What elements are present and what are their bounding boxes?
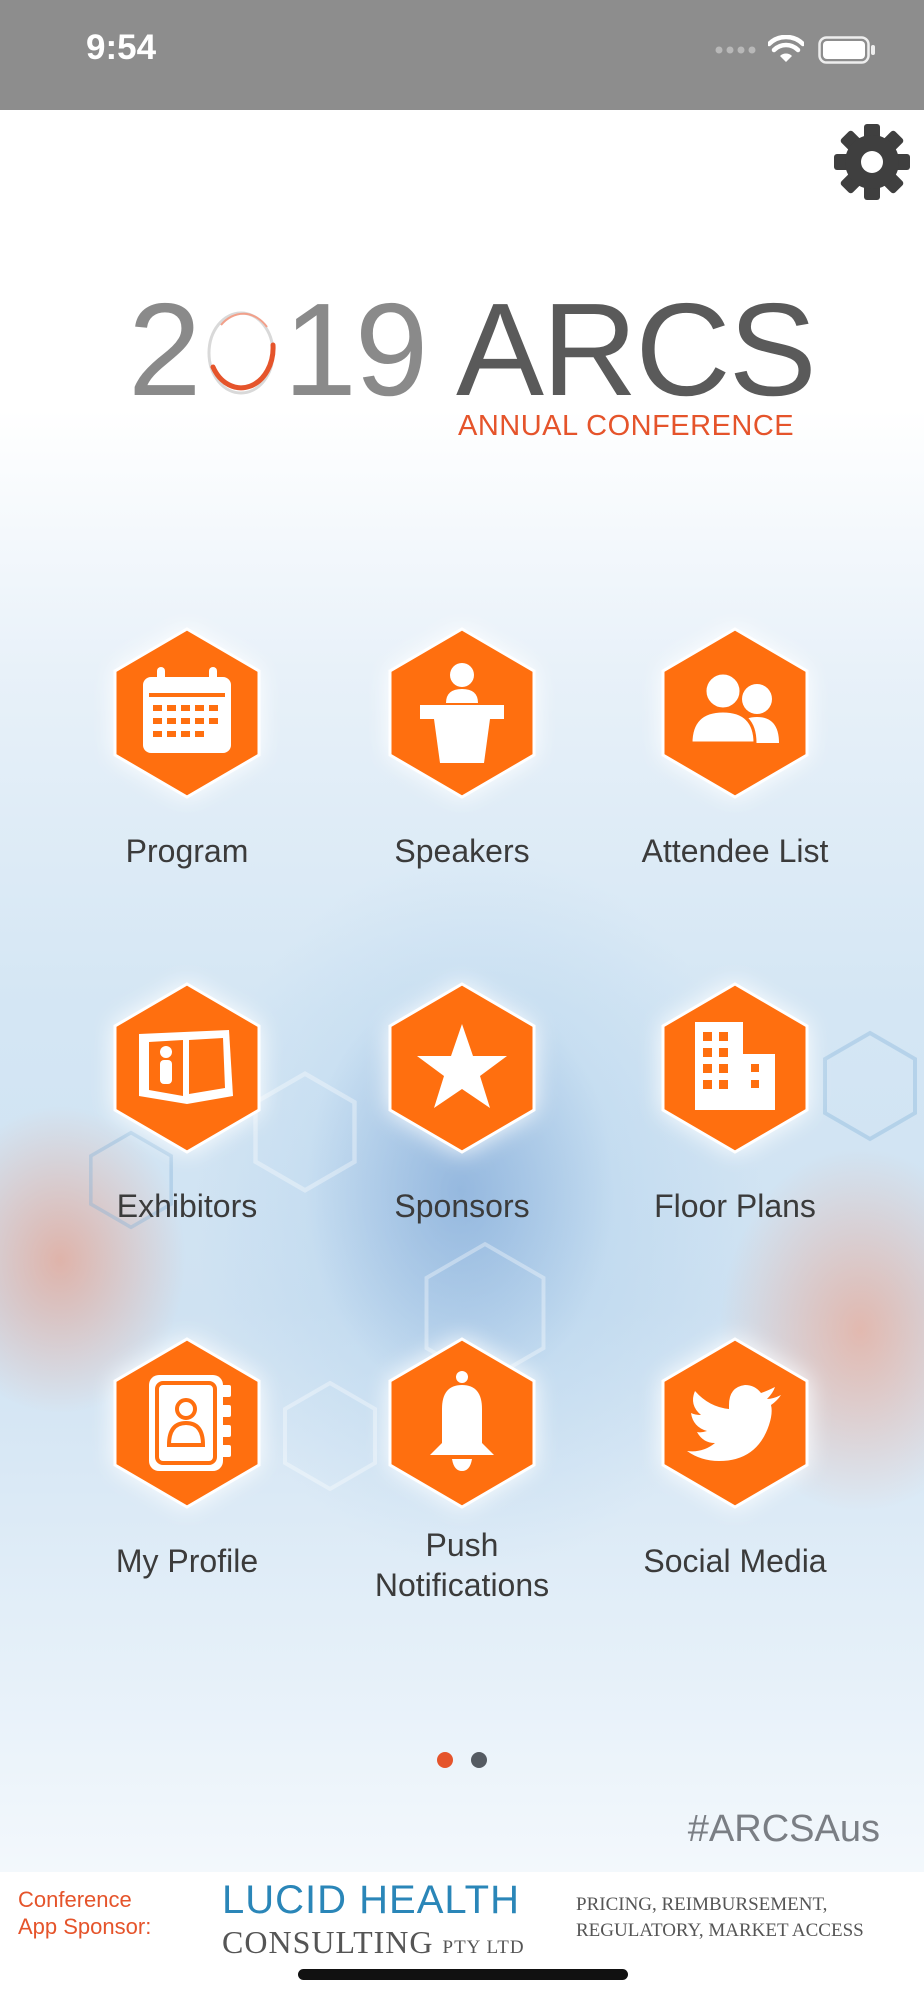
sponsor-tagline-line2: REGULATORY, MARKET ACCESS: [576, 1920, 864, 1941]
bell-icon: [388, 1337, 536, 1509]
star-icon: [388, 982, 536, 1154]
sponsor-banner[interactable]: Conference App Sponsor: LUCID HEALTH CON…: [0, 1872, 924, 2000]
tile-label: Exhibitors: [116, 1188, 258, 1224]
status-icons: [714, 32, 876, 68]
sponsor-name-consulting: CONSULTING: [222, 1924, 434, 1960]
conference-logo: 2 19 ARCS ANNUAL CONFERENCE: [128, 276, 817, 450]
tile-label: Speakers: [394, 833, 530, 869]
home-indicator[interactable]: [298, 1969, 628, 1980]
hashtag: #ARCSAus: [687, 1808, 880, 1850]
status-bar: 9:54: [0, 0, 924, 110]
booth-icon: [113, 982, 261, 1154]
logo-year-suffix: 19: [283, 276, 428, 423]
wifi-icon: [768, 35, 804, 62]
signal-icon: [715, 46, 756, 54]
logo-ring-icon: [207, 311, 276, 395]
page-indicator[interactable]: [0, 1752, 924, 1768]
tile-attendee-list[interactable]: Attendee List: [605, 625, 865, 871]
battery-icon: [818, 36, 875, 64]
sponsor-tagline-line1: PRICING, REIMBURSEMENT,: [576, 1894, 828, 1915]
podium-icon: [388, 627, 536, 799]
tile-label: My Profile: [115, 1543, 259, 1579]
tile-push-notifications[interactable]: Push Notifications: [332, 1335, 592, 1605]
logo-name: ARCS: [456, 276, 817, 423]
tile-speakers[interactable]: Speakers: [332, 625, 592, 871]
contact-book-icon: [113, 1337, 261, 1509]
calendar-icon: [113, 627, 261, 799]
people-icon: [661, 627, 809, 799]
tile-label: Floor Plans: [654, 1188, 816, 1224]
tile-my-profile[interactable]: My Profile: [57, 1335, 317, 1581]
sponsor-tagline: PRICING, REIMBURSEMENT, REGULATORY, MARK…: [576, 1892, 906, 1944]
twitter-bird-icon: [661, 1337, 809, 1509]
tile-label: Attendee List: [641, 833, 829, 869]
tile-sponsors[interactable]: Sponsors: [332, 980, 592, 1226]
home-screen: 2 19 ARCS ANNUAL CONFERENCE Program Spea…: [0, 110, 924, 1872]
sponsor-name-line2: CONSULTING PTY LTD: [222, 1924, 525, 1961]
tile-exhibitors[interactable]: Exhibitors: [57, 980, 317, 1226]
logo-year-prefix: 2: [128, 276, 201, 423]
sponsor-label: Conference App Sponsor:: [18, 1887, 152, 1939]
page-dot[interactable]: [471, 1752, 487, 1768]
tile-label: Program: [125, 833, 249, 869]
tile-program[interactable]: Program: [57, 625, 317, 871]
sponsor-name-suffix: PTY LTD: [442, 1937, 525, 1958]
tile-label: Push Notifications: [374, 1527, 550, 1603]
logo-year: 2 19: [128, 276, 428, 423]
tile-social-media[interactable]: Social Media: [605, 1335, 865, 1581]
tile-floor-plans[interactable]: Floor Plans: [605, 980, 865, 1226]
page-dot-active[interactable]: [437, 1752, 453, 1768]
tile-label: Social Media: [643, 1543, 827, 1579]
gear-icon[interactable]: [832, 122, 912, 202]
logo-subtitle: ANNUAL CONFERENCE: [458, 410, 795, 442]
building-icon: [661, 982, 809, 1154]
sponsor-name: LUCID HEALTH: [222, 1878, 520, 1922]
status-time: 9:54: [86, 28, 157, 67]
tile-label: Sponsors: [394, 1188, 530, 1224]
